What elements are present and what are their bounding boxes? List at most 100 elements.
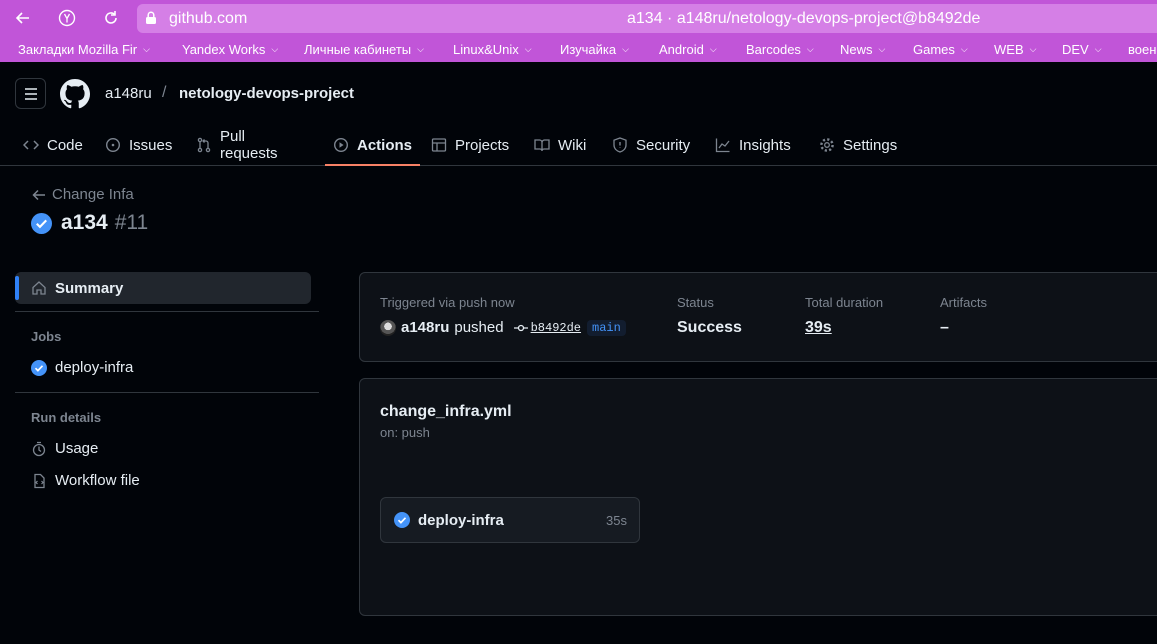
chevron-down-icon: ⌵ [1029,44,1037,54]
artifacts-value: – [940,319,949,336]
repo-path-separator: / [162,84,167,101]
home-icon [31,280,47,296]
tab-label: Settings [843,136,898,154]
branch-badge[interactable]: main [587,319,626,336]
workflow-trigger: on: push [380,425,430,440]
stopwatch-icon [31,441,47,457]
sidebar-item-job[interactable]: deploy-infra [31,359,133,376]
back-arrow-icon[interactable] [8,3,38,33]
gear-icon [819,137,835,153]
divider [15,392,319,393]
bookmark-folder[interactable]: WEB ⌵ [994,42,1036,57]
bookmark-folder[interactable]: DEV ⌵ [1062,42,1102,57]
workflow-back-link[interactable]: Change Infa [32,186,134,203]
status-label: Status [677,295,714,310]
tab-label: Security [636,136,691,154]
avatar[interactable] [380,319,396,336]
menu-button[interactable] [15,78,46,109]
commit-icon [513,321,528,335]
play-icon [333,137,349,153]
job-duration: 35s [606,512,627,528]
reload-icon[interactable] [96,3,126,33]
repo-name-link[interactable]: netology-devops-project [179,85,354,102]
github-logo-icon[interactable] [60,79,90,109]
tab-label: Actions [357,136,413,154]
commit-sha-link[interactable]: b8492de [531,321,581,335]
tab-settings[interactable]: Settings [819,124,897,166]
chevron-down-icon: ⌵ [960,44,968,54]
tab-label: Projects [455,136,510,154]
lock-icon [145,11,157,25]
hamburger-icon [24,87,38,100]
page-tab-title: a134 · a148ru/netology-devops-project@b8… [627,9,981,27]
workflow-name: Change Infa [52,186,134,203]
tab-actions[interactable]: Actions [324,124,421,166]
chevron-down-icon: ⌵ [622,44,629,54]
duration-label: Total duration [805,295,884,310]
check-circle-icon [31,359,47,376]
status-value: Success [677,319,742,336]
push-info: a148ru pushed b8492de main [380,319,626,336]
shield-icon [612,137,628,153]
address-bar[interactable]: github.com a134 · a148ru/netology-devops… [137,4,1157,33]
tab-pull-requests[interactable]: Pull requests [196,124,278,166]
table-icon [431,137,447,153]
check-circle-icon [31,212,52,234]
duration-value-link[interactable]: 39s [805,319,832,337]
tab-label: Code [47,136,83,154]
chevron-down-icon: ⌵ [271,44,279,54]
tab-insights[interactable]: Insights [715,124,791,166]
run-title: a134 #11 [31,211,148,235]
chevron-down-icon: ⌵ [709,44,717,54]
pull-request-icon [196,137,212,153]
bookmark-folder[interactable]: News ⌵ [840,42,885,57]
chevron-down-icon: ⌵ [806,44,814,54]
jobs-heading: Jobs [31,329,62,344]
chevron-down-icon: ⌵ [417,44,424,54]
bookmark-folder[interactable]: воен [1128,42,1156,57]
active-indicator [15,276,19,300]
chevron-down-icon: ⌵ [878,44,886,54]
sidebar-item-label: Summary [55,279,124,297]
repo-owner-link[interactable]: a148ru [105,85,152,102]
tab-projects[interactable]: Projects [431,124,509,166]
tab-issues[interactable]: Issues [105,124,172,166]
tab-code[interactable]: Code [23,124,83,166]
bookmark-folder[interactable]: Закладки Mozilla Fir ⌵ [18,42,150,57]
bookmark-folder[interactable]: Личные кабинеты ⌵ [304,42,424,57]
check-circle-icon [394,512,410,528]
tab-wiki[interactable]: Wiki [534,124,586,166]
actor-name[interactable]: a148ru [401,319,449,336]
bookmark-folder[interactable]: Linux&Unix ⌵ [453,42,532,57]
bookmarks-bar: Закладки Mozilla Fir ⌵ Yandex Works ⌵ Личн… [0,37,1157,62]
run-summary-card: Triggered via push now a148ru pushed b84… [359,272,1157,362]
artifacts-label: Artifacts [940,295,987,310]
tab-label: Pull requests [220,128,278,162]
run-name: a134 [61,211,108,234]
browser-toolbar: github.com a134 · a148ru/netology-devops… [0,0,1157,37]
bookmark-folder[interactable]: Games ⌵ [913,42,968,57]
chevron-down-icon: ⌵ [1094,44,1102,54]
sidebar-item-label: Workflow file [55,472,140,489]
book-icon [534,137,550,153]
tab-label: Wiki [558,136,587,154]
run-number: #11 [114,211,149,234]
sidebar-item-workflow-file[interactable]: Workflow file [31,472,140,489]
file-code-icon [31,473,47,489]
url-host: github.com [169,9,248,27]
tab-security[interactable]: Security [612,124,690,166]
issue-icon [105,137,121,153]
bookmark-folder[interactable]: Barcodes ⌵ [746,42,814,57]
yandex-icon[interactable] [52,3,82,33]
sidebar-item-label: deploy-infra [55,359,134,376]
code-icon [23,137,39,153]
bookmark-folder[interactable]: Изучайка ⌵ [560,42,629,57]
bookmark-folder[interactable]: Yandex Works ⌵ [182,42,278,57]
repo-header: a148ru / netology-devops-project Code Is… [0,62,1157,166]
bookmark-folder[interactable]: Android ⌵ [659,42,717,57]
sidebar-item-usage[interactable]: Usage [31,440,98,457]
job-node-deploy-infra[interactable]: deploy-infra 35s [380,497,640,543]
run-details-heading: Run details [31,410,102,425]
sidebar-item-label: Usage [55,440,99,457]
sidebar-item-summary[interactable]: Summary [15,272,311,304]
